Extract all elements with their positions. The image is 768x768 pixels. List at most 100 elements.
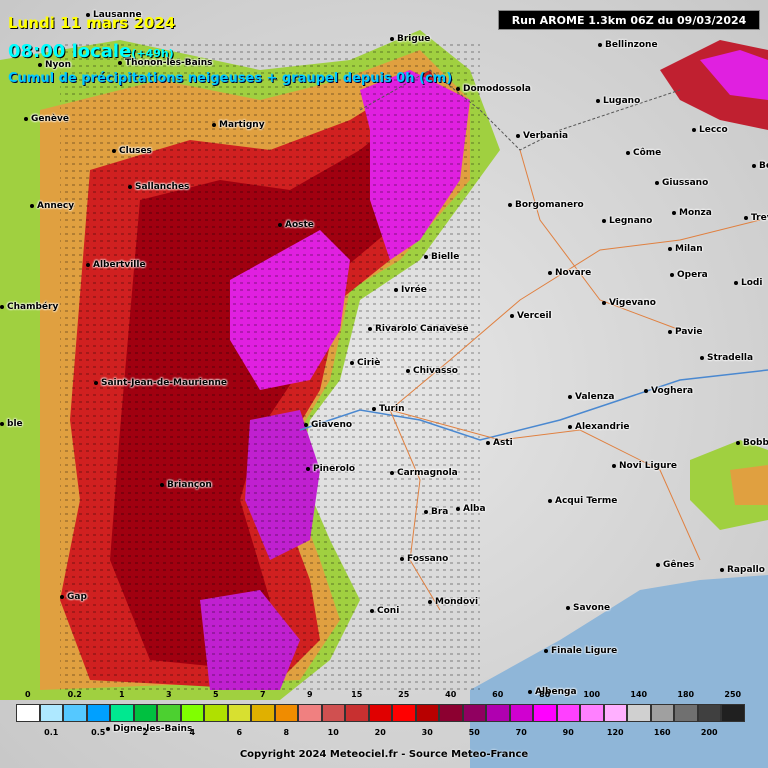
- city-marker-icon: [424, 254, 428, 259]
- city-name: Alba: [463, 504, 486, 514]
- legend-tick-label: 1: [118, 690, 125, 699]
- legend-swatch: [462, 704, 486, 722]
- city-name: Genève: [31, 114, 69, 124]
- city-label: Vigevano: [602, 298, 656, 308]
- city-marker-icon: [734, 280, 738, 285]
- city-name: Gap: [67, 592, 87, 602]
- city-label: Brigue: [390, 34, 430, 44]
- city-name: Novi Ligure: [619, 461, 678, 471]
- city-name: Carmagnola: [397, 468, 458, 478]
- legend-swatch: [697, 704, 721, 722]
- city-name: Lecco: [699, 125, 728, 135]
- city-name: Savone: [573, 603, 611, 613]
- legend-tick-label: 7: [259, 690, 266, 699]
- city-marker-icon: [568, 424, 572, 429]
- city-label: Bobbio: [736, 438, 768, 448]
- legend-swatch: [368, 704, 392, 722]
- city-name: Annecy: [37, 201, 75, 211]
- city-name: Pavie: [675, 327, 703, 337]
- legend-tick-label: 15: [351, 690, 363, 699]
- legend-swatch: [251, 704, 275, 722]
- legend-tick-label: 200: [700, 728, 718, 737]
- city-label: Giussano: [655, 178, 708, 188]
- legend-tick-label: 0.1: [44, 728, 59, 737]
- city-marker-icon: [390, 470, 394, 475]
- city-name: Ciriè: [357, 358, 381, 368]
- city-marker-icon: [568, 394, 572, 399]
- city-marker-icon: [306, 466, 310, 471]
- city-name: Coni: [377, 606, 400, 616]
- city-name: Saint-Jean-de-Maurienne: [101, 378, 228, 388]
- city-label: Novare: [548, 268, 591, 278]
- variable-title: Cumul de précipitations neigeuses + grau…: [8, 71, 453, 86]
- city-label: Turin: [372, 404, 405, 414]
- city-marker-icon: [304, 422, 308, 427]
- city-name: Domodossola: [463, 84, 531, 94]
- city-marker-icon: [548, 498, 552, 503]
- city-name: Voghera: [651, 386, 694, 396]
- city-marker-icon: [30, 203, 34, 208]
- city-marker-icon: [548, 270, 552, 275]
- city-label: Trevi: [744, 213, 768, 223]
- city-marker-icon: [60, 594, 64, 599]
- city-name: Lugano: [603, 96, 641, 106]
- legend-swatch: [486, 704, 510, 722]
- city-marker-icon: [626, 150, 630, 155]
- city-label: Bra: [424, 507, 448, 517]
- city-label: Novi Ligure: [612, 461, 677, 471]
- city-name: Pinerolo: [313, 464, 356, 474]
- city-marker-icon: [612, 463, 616, 468]
- city-label: Gap: [60, 592, 87, 602]
- city-marker-icon: [0, 421, 4, 426]
- city-name: Alexandrie: [575, 422, 630, 432]
- city-label: Cluses: [112, 146, 152, 156]
- city-name: Valenza: [575, 392, 615, 402]
- city-label: Lodi: [734, 278, 762, 288]
- city-marker-icon: [394, 287, 398, 292]
- legend-swatch: [509, 704, 533, 722]
- city-label: Annecy: [30, 201, 74, 211]
- legend-swatch: [345, 704, 369, 722]
- city-label: Borgomanero: [508, 200, 584, 210]
- city-label: Giaveno: [304, 420, 352, 430]
- city-marker-icon: [486, 440, 490, 445]
- city-marker-icon: [24, 116, 28, 121]
- city-name: Legnano: [609, 216, 653, 226]
- legend-swatch: [533, 704, 557, 722]
- city-marker-icon: [744, 215, 748, 220]
- city-name: Finale Ligure: [551, 646, 618, 656]
- city-label: Legnano: [602, 216, 652, 226]
- city-name: Bellinzone: [605, 40, 658, 50]
- city-name: Borgomanero: [515, 200, 584, 210]
- city-name: Fossano: [407, 554, 449, 564]
- city-name: Brigue: [397, 34, 431, 44]
- legend-swatch: [133, 704, 157, 722]
- legend-swatch: [580, 704, 604, 722]
- city-marker-icon: [128, 184, 132, 189]
- city-marker-icon: [278, 222, 282, 227]
- legend-tick-label: 4: [189, 728, 196, 737]
- city-marker-icon: [428, 599, 432, 604]
- city-marker-icon: [86, 12, 90, 17]
- city-name: Opera: [677, 270, 708, 280]
- city-label: Mondovi: [428, 597, 478, 607]
- legend-tick-label: 25: [398, 690, 410, 699]
- city-name: Mondovi: [435, 597, 479, 607]
- city-label: Opera: [670, 270, 708, 280]
- legend-swatch: [603, 704, 627, 722]
- legend-swatch: [674, 704, 698, 722]
- city-label: Alba: [456, 504, 486, 514]
- legend-swatch: [110, 704, 134, 722]
- city-marker-icon: [510, 313, 514, 318]
- city-label: Asti: [486, 438, 513, 448]
- model-run-label: Run AROME 1.3km 06Z du 09/03/2024: [498, 10, 760, 30]
- legend-tick-label: 0.5: [91, 728, 106, 737]
- city-label: Pavie: [668, 327, 702, 337]
- city-label: Be: [752, 161, 768, 171]
- legend-tick-label: 250: [724, 690, 742, 699]
- legend-tick-label: 180: [677, 690, 695, 699]
- city-label: Voghera: [644, 386, 693, 396]
- city-label: Finale Ligure: [544, 646, 617, 656]
- city-marker-icon: [656, 562, 660, 567]
- legend-swatch: [180, 704, 204, 722]
